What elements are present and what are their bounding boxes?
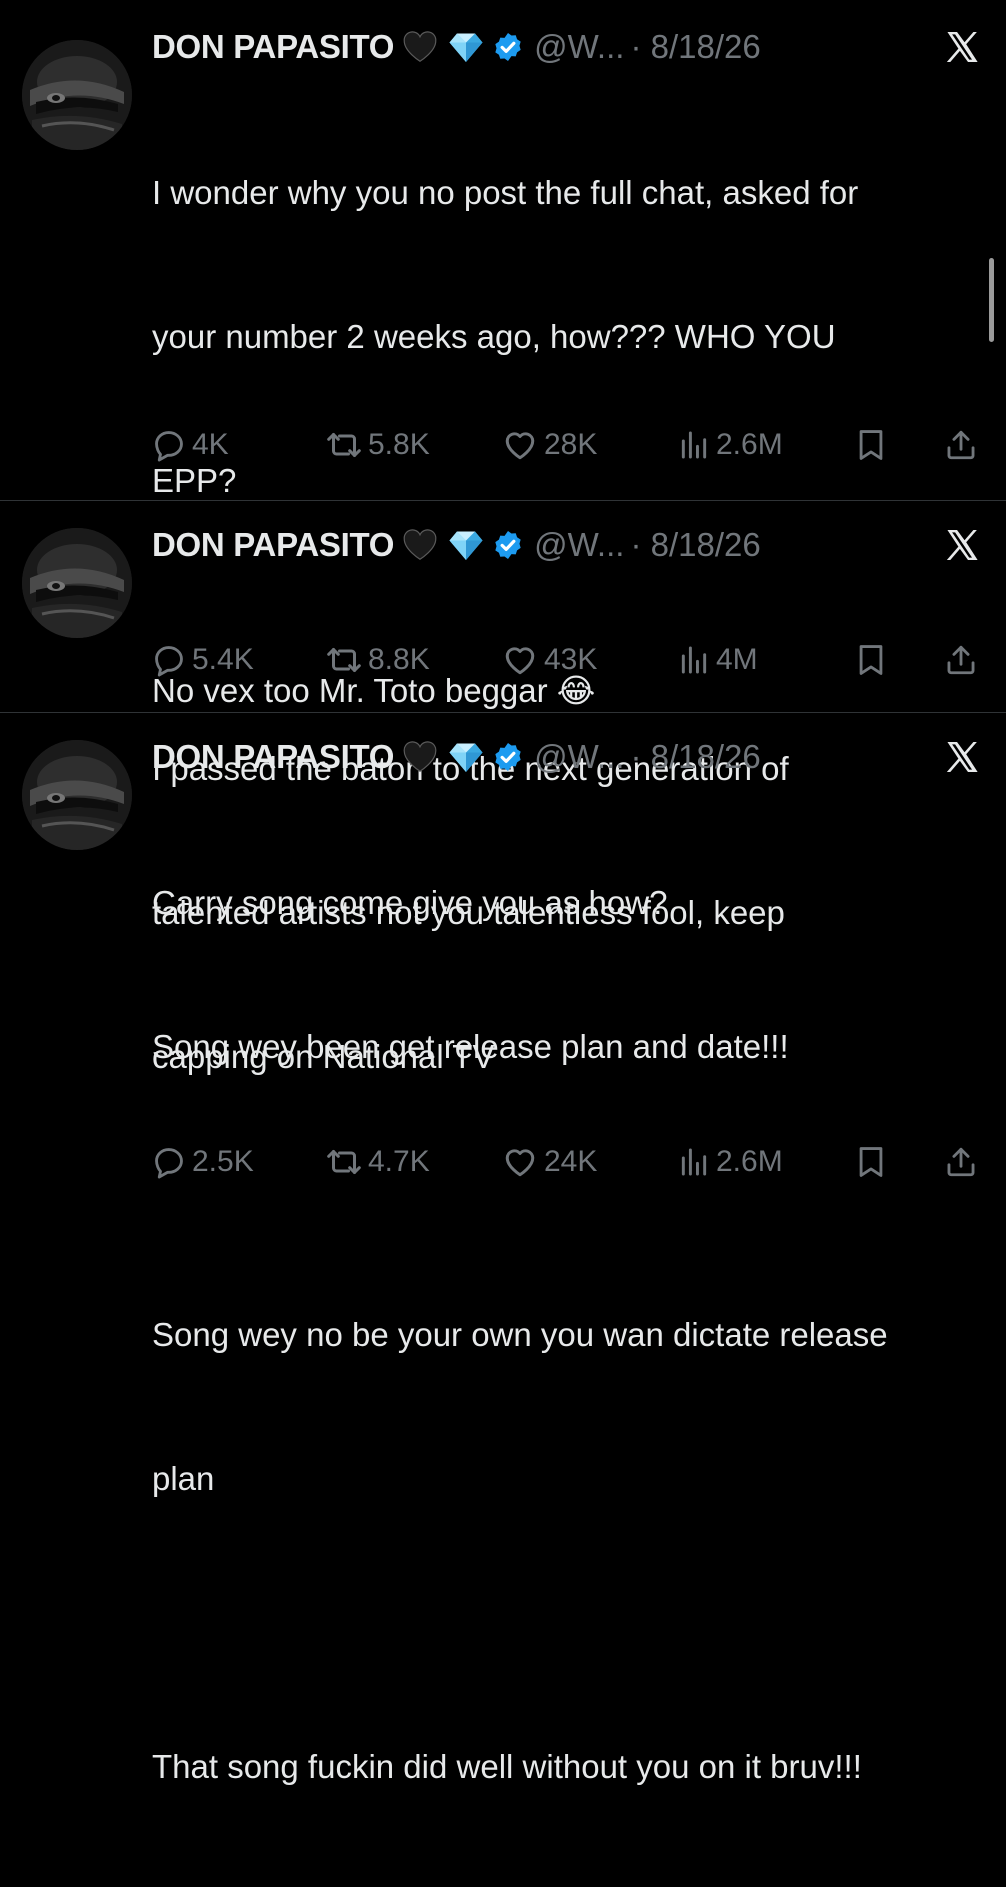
author-handle[interactable]: @W... (534, 526, 624, 564)
views-button[interactable]: 2.6M (678, 425, 783, 465)
view-count: 2.6M (716, 428, 783, 461)
reply-button[interactable]: 5.4K (152, 640, 254, 680)
views-chart-icon (678, 429, 710, 461)
repost-icon (326, 427, 362, 463)
heart-icon (502, 642, 538, 678)
scrollbar[interactable] (989, 258, 994, 342)
tweet-line: Song wey no be your own you wan dictate … (152, 1316, 888, 1353)
bookmark-icon (854, 643, 888, 677)
like-count: 24K (544, 1145, 598, 1178)
x-logo-icon (944, 527, 980, 563)
repost-count: 5.8K (368, 428, 430, 461)
gem-stone-icon (446, 527, 486, 563)
repost-button[interactable]: 8.8K (326, 640, 430, 680)
avatar[interactable] (22, 528, 132, 638)
tweet[interactable]: DON PAPASITO @W... · 8/18/26 I wonder wh… (0, 24, 1006, 1075)
tweet-text: Carry song come give you as how? Song we… (152, 783, 992, 1887)
reply-count: 4K (192, 428, 229, 461)
reply-button[interactable]: 4K (152, 425, 229, 465)
reply-icon (152, 1145, 186, 1179)
tweet-header: DON PAPASITO @W... · 8/18/26 (152, 734, 761, 780)
tweet-date[interactable]: · 8/18/26 (630, 28, 760, 66)
tweet-date[interactable]: · 8/18/26 (630, 526, 760, 564)
tweet-divider (0, 712, 1006, 713)
x-logo-icon (944, 739, 980, 775)
verified-badge-icon[interactable] (492, 741, 524, 773)
repost-count: 4.7K (368, 1145, 430, 1178)
view-count: 4M (716, 643, 758, 676)
share-icon (944, 428, 978, 462)
bookmark-button[interactable] (854, 425, 888, 465)
tweet-line: your number 2 weeks ago, how??? WHO YOU (152, 318, 836, 355)
black-heart-icon (402, 29, 438, 65)
views-button[interactable]: 4M (678, 640, 758, 680)
like-button[interactable]: 24K (502, 1142, 597, 1182)
avatar[interactable] (22, 40, 132, 150)
tweet-date[interactable]: · 8/18/26 (630, 738, 760, 776)
tweet[interactable]: DON PAPASITO @W... · 8/18/26 No vex too … (0, 522, 1006, 709)
view-count: 2.6M (716, 1145, 783, 1178)
reply-count: 2.5K (192, 1145, 254, 1178)
repost-icon (326, 1144, 362, 1180)
repost-button[interactable]: 4.7K (326, 1142, 430, 1182)
like-count: 28K (544, 428, 598, 461)
gem-stone-icon (446, 739, 486, 775)
author-name[interactable]: DON PAPASITO (152, 738, 394, 776)
reply-icon (152, 643, 186, 677)
views-chart-icon (678, 644, 710, 676)
author-handle[interactable]: @W... (534, 738, 624, 776)
x-logo-icon (944, 29, 980, 65)
verified-badge-icon[interactable] (492, 31, 524, 63)
tweet-header: DON PAPASITO @W... · 8/18/26 (152, 24, 761, 70)
bookmark-icon (854, 1145, 888, 1179)
tweet-actions: 5.4K 8.8K 43K 4M (152, 640, 982, 680)
heart-icon (502, 1144, 538, 1180)
reply-icon (152, 428, 186, 462)
tweet-actions: 2.5K 4.7K 24K 2.6M (152, 1142, 982, 1182)
views-button[interactable]: 2.6M (678, 1142, 783, 1182)
tweet-line: I wonder why you no post the full chat, … (152, 174, 859, 211)
author-name[interactable]: DON PAPASITO (152, 526, 394, 564)
gem-stone-icon (446, 29, 486, 65)
share-icon (944, 643, 978, 677)
reply-button[interactable]: 2.5K (152, 1142, 254, 1182)
reply-count: 5.4K (192, 643, 254, 676)
author-name[interactable]: DON PAPASITO (152, 28, 394, 66)
tweet[interactable]: DON PAPASITO @W... · 8/18/26 Carry song … (0, 734, 1006, 1785)
like-button[interactable]: 43K (502, 640, 597, 680)
black-heart-icon (402, 739, 438, 775)
tweet-line: plan (152, 1460, 215, 1497)
tweet-line: Song wey been get release plan and date!… (152, 1028, 789, 1065)
tweet-actions: 4K 5.8K 28K 2.6M (152, 425, 982, 465)
like-count: 43K (544, 643, 598, 676)
tweet-line (152, 1599, 992, 1647)
heart-icon (502, 427, 538, 463)
tweet-divider (0, 500, 1006, 501)
tweet-line: Carry song come give you as how? (152, 884, 668, 921)
bookmark-button[interactable] (854, 640, 888, 680)
repost-count: 8.8K (368, 643, 430, 676)
verified-badge-icon[interactable] (492, 529, 524, 561)
repost-button[interactable]: 5.8K (326, 425, 430, 465)
views-chart-icon (678, 1146, 710, 1178)
avatar[interactable] (22, 740, 132, 850)
share-button[interactable] (944, 425, 978, 465)
bookmark-icon (854, 428, 888, 462)
share-button[interactable] (944, 640, 978, 680)
like-button[interactable]: 28K (502, 425, 597, 465)
bookmark-button[interactable] (854, 1142, 888, 1182)
black-heart-icon (402, 527, 438, 563)
author-handle[interactable]: @W... (534, 28, 624, 66)
repost-icon (326, 642, 362, 678)
tweet-header: DON PAPASITO @W... · 8/18/26 (152, 522, 761, 568)
share-icon (944, 1145, 978, 1179)
share-button[interactable] (944, 1142, 978, 1182)
tweet-line: That song fuckin did well without you on… (152, 1748, 862, 1785)
